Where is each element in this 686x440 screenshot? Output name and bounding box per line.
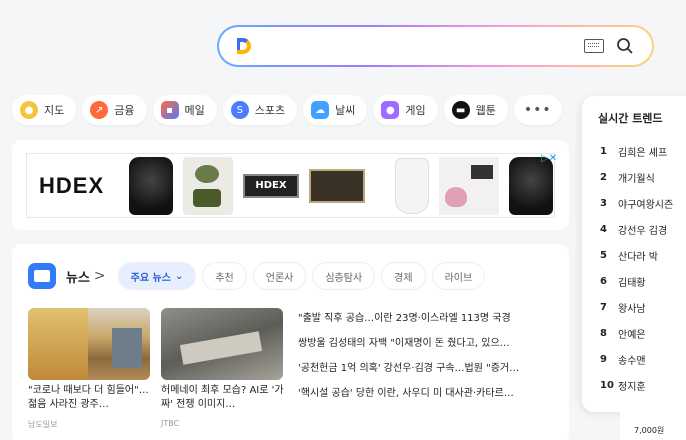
news-icon: [28, 263, 56, 289]
tab-main-news[interactable]: 주요 뉴스 ⌄: [117, 262, 197, 290]
realtime-trends-panel: 실시간 트렌드 1 김희은 셰프 2 개기월식 3 야구여왕시즌 4 강선우 김경 5산…: [582, 96, 686, 412]
ad-choices-icon[interactable]: ▷✕: [541, 153, 557, 165]
news-thumbnail[interactable]: [28, 308, 150, 380]
news-source: 남도일보: [28, 420, 58, 429]
chevron-right-icon[interactable]: >: [94, 268, 106, 284]
trends-title: 실시간 트렌드: [598, 112, 663, 125]
trend-item[interactable]: 5 산다라 박: [600, 242, 673, 268]
category-label: 금융: [114, 104, 135, 117]
webtoon-icon: ▬: [451, 101, 470, 119]
ad-brand-logo: HDEX: [39, 172, 105, 198]
news-header: 뉴스 > 주요 뉴스 ⌄ 추천 언론사 심층탐사 경제 라이브: [28, 262, 486, 290]
map-pin-icon: ●: [20, 101, 38, 119]
category-webtoon[interactable]: ▬ 웹툰: [443, 95, 508, 125]
trend-item[interactable]: 6 김태황: [600, 268, 673, 294]
headline-link[interactable]: '공천헌금 1억 의혹' 강선우·김경 구속…법원 "증거…: [298, 362, 566, 387]
trend-item[interactable]: 4 강선우 김경: [600, 216, 673, 242]
ad-banner[interactable]: HDEX HDEX ▷✕: [12, 140, 569, 230]
trend-item[interactable]: 1 김희은 셰프: [600, 138, 673, 164]
trends-list: 1 김희은 셰프 2 개기월식 3 야구여왕시즌 4 강선우 김경 5 산다라 박 6 김태…: [600, 138, 673, 398]
shopping-price: 7,000원: [634, 426, 665, 435]
finance-icon: ↗: [90, 101, 109, 119]
headline-link[interactable]: 쌍방울 김성태의 자백 "이재명이 돈 줬다고, 있으…: [298, 337, 566, 362]
ad-product-patch-set[interactable]: [439, 156, 499, 215]
category-label: 스포츠: [254, 104, 286, 117]
news-card-caption[interactable]: 허메네이 최후 모습? AI로 '가짜' 전쟁 이미지…: [161, 384, 285, 412]
ad-product-backpack[interactable]: [129, 156, 173, 215]
ad-product-label[interactable]: HDEX: [243, 173, 299, 198]
category-map[interactable]: ● 지도: [12, 95, 77, 125]
news-thumbnail[interactable]: [161, 308, 283, 380]
trend-item[interactable]: 9 송수맨: [600, 346, 673, 372]
mail-icon: ▪: [160, 101, 179, 119]
search-bar[interactable]: [217, 25, 654, 67]
tab-recommended[interactable]: 추천: [202, 262, 247, 290]
ad-product-sock[interactable]: [395, 157, 429, 214]
category-shortcuts: ● 지도 ↗ 금융 ▪ 메일 S 스포츠 ☁ 날씨 ● 게임 ▬ 웹툰 •••: [12, 95, 562, 125]
category-label: 웹툰: [475, 104, 496, 117]
more-dots-icon: •••: [523, 102, 552, 118]
news-card-caption[interactable]: "코로나 때보다 더 힘들어"…젊음 사라진 광주…: [28, 384, 152, 412]
game-icon: ●: [381, 101, 400, 119]
category-game[interactable]: ● 게임: [373, 95, 438, 125]
ad-product-badge[interactable]: [309, 168, 365, 203]
more-categories-button[interactable]: •••: [513, 95, 562, 125]
category-sports[interactable]: S 스포츠: [222, 95, 298, 125]
headline-link[interactable]: "출발 직후 공습…이란 23명·이스라엘 113명 국경: [298, 312, 566, 337]
daum-logo-icon: [237, 38, 251, 54]
headline-list: "출발 직후 공습…이란 23명·이스라엘 113명 국경 쌍방울 김성태의 자…: [298, 312, 566, 412]
chevron-down-icon: ⌄: [174, 270, 184, 282]
weather-icon: ☁: [311, 101, 330, 119]
trend-item[interactable]: 2 개기월식: [600, 164, 673, 190]
tab-economy[interactable]: 경제: [381, 262, 426, 290]
category-mail[interactable]: ▪ 메일: [152, 95, 217, 125]
tab-press[interactable]: 언론사: [252, 262, 307, 290]
category-label: 지도: [44, 104, 65, 117]
search-inner[interactable]: [219, 27, 652, 65]
search-input[interactable]: [263, 35, 583, 59]
category-label: 게임: [405, 104, 426, 117]
category-label: 메일: [184, 104, 205, 117]
news-tabs: 주요 뉴스 ⌄ 추천 언론사 심층탐사 경제 라이브: [117, 262, 486, 290]
ad-product-patches[interactable]: [183, 156, 233, 215]
tab-in-depth[interactable]: 심층탐사: [312, 262, 376, 290]
news-title[interactable]: 뉴스: [66, 267, 90, 286]
trend-item[interactable]: 7 왕사남: [600, 294, 673, 320]
category-finance[interactable]: ↗ 금융: [82, 95, 147, 125]
headline-link[interactable]: '핵시설 공습' 당한 이란, 사우디 미 대사관·카타르…: [298, 387, 566, 412]
trend-item[interactable]: 8 안예은: [600, 320, 673, 346]
search-icon[interactable]: [616, 37, 634, 55]
category-label: 날씨: [335, 104, 356, 117]
ad-product-backpack-2[interactable]: [509, 156, 553, 215]
sports-icon: S: [230, 101, 249, 119]
category-weather[interactable]: ☁ 날씨: [303, 95, 368, 125]
news-source: JTBC: [161, 419, 180, 428]
keyboard-icon[interactable]: [584, 39, 604, 53]
trend-item[interactable]: 3 야구여왕시즌: [600, 190, 673, 216]
news-section: 뉴스 > 주요 뉴스 ⌄ 추천 언론사 심층탐사 경제 라이브 "코로나 때보다 …: [12, 244, 569, 440]
tab-live[interactable]: 라이브: [431, 262, 486, 290]
ad-content[interactable]: HDEX HDEX: [26, 153, 555, 218]
trend-item[interactable]: 10 정지훈: [600, 372, 673, 398]
